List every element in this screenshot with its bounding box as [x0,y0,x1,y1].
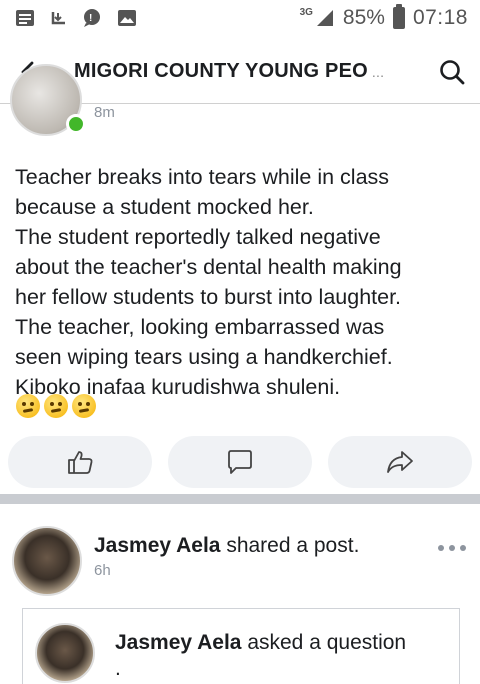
post-line: her fellow students to burst into laught… [15,285,402,309]
post-line: seen wiping tears using a handkerchief. [15,345,393,369]
search-button[interactable] [436,56,468,88]
shared-text-continuation: . [115,657,121,680]
status-bar: ! 3G 85% 07:18 [0,0,480,38]
avatar[interactable] [12,526,82,596]
share-button[interactable] [328,436,472,488]
search-icon [440,60,465,85]
dot-icon [460,545,466,551]
message-icon [14,8,36,28]
post-author-line: Jasmey Aela shared a post. [94,534,359,558]
dot-icon [438,545,444,551]
thinking-emoji-icon [16,394,40,418]
shared-post-card[interactable]: Jasmey Aela asked a question . [22,608,460,684]
comment-button[interactable] [168,436,312,488]
more-options-button[interactable] [438,542,466,554]
author-name[interactable]: Jasmey Aela [94,534,220,557]
battery-percent: 85% [342,6,385,29]
title-ellipsis: ... [371,64,385,80]
dot-icon [449,545,455,551]
post-card: 8m Teacher breaks into tears while in cl… [0,64,480,494]
thinking-emoji-icon [44,394,68,418]
signal-icon [316,10,333,26]
post-line: about the teacher's dental health making [15,255,402,279]
post-action-text: shared a post. [220,534,360,557]
avatar[interactable] [35,623,95,683]
like-button[interactable] [8,436,152,488]
post-card: Jasmey Aela shared a post. 6h Jasmey Ael… [0,504,480,684]
shared-author-line: Jasmey Aela asked a question [115,631,406,655]
post-actions [8,436,472,488]
post-line: Teacher breaks into tears while in class [15,165,390,189]
online-indicator [66,114,86,134]
thinking-emoji-icon [72,394,96,418]
shared-action-text: asked a question [241,631,407,654]
post-timestamp[interactable]: 8m [94,104,115,121]
clock: 07:18 [412,6,468,29]
thumbs-up-icon [68,451,93,474]
feed-divider [0,494,480,504]
network-type: 3G [299,6,313,18]
post-body: Teacher breaks into tears while in class… [15,162,465,402]
share-icon [387,451,413,473]
author-name[interactable]: Jasmey Aela [115,631,241,654]
download-icon [48,8,70,28]
emoji-row [16,394,96,418]
svg-text:!: ! [89,13,92,24]
post-timestamp[interactable]: 6h [94,562,111,579]
page-title: MIGORI COUNTY YOUNG PEO... [74,60,384,83]
chat-icon: ! [82,8,104,28]
comment-icon [228,450,252,474]
post-line: The student reportedly talked negative [15,225,381,249]
image-icon [116,8,138,28]
page-title-text: MIGORI COUNTY YOUNG PEO [74,60,368,82]
post-line: because a student mocked her. [15,195,314,219]
post-line: The teacher, looking embarrassed was [15,315,385,339]
notification-icons: ! [14,8,138,28]
battery-icon [392,4,405,29]
